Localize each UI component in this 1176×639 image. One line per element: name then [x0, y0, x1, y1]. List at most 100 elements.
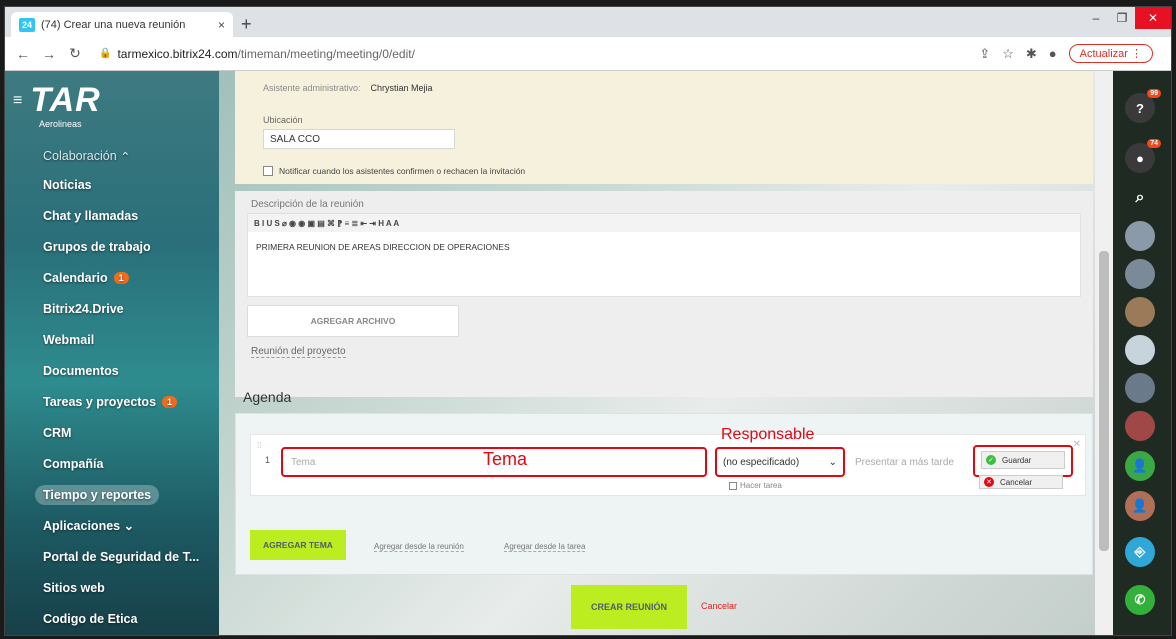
- avatar[interactable]: [1125, 373, 1155, 403]
- description-panel: Descripción de la reunión B I U S ⌀ ◉ ◉ …: [235, 191, 1093, 397]
- assistant-row: Asistente administrativo: Chrystian Meji…: [263, 83, 433, 93]
- agenda-item-row: ⁞⁞ 1 Tema Tema Responsable (no especific…: [250, 426, 1086, 496]
- project-meeting-link[interactable]: Reunión del proyecto: [251, 346, 346, 358]
- save-highlight: ✓ Guardar: [973, 445, 1073, 477]
- sidebar-item-aplicaciones[interactable]: Aplicaciones ⌄: [5, 510, 219, 541]
- cancel-icon: ✕: [984, 477, 994, 487]
- create-meeting-button[interactable]: CREAR REUNIÓN: [571, 585, 687, 629]
- tab-bar: 24 (74) Crear una nueva reunión × + ‒ ❐ …: [5, 7, 1171, 37]
- window-close-icon[interactable]: ✕: [1135, 7, 1171, 29]
- lock-icon: 🔒: [99, 48, 112, 59]
- page-scrollbar[interactable]: [1095, 71, 1113, 635]
- left-sidebar: ≡ TAR Aerolineas Colaboración ⌃ Noticias…: [5, 71, 219, 635]
- sidebar-item-tareas[interactable]: Tareas y proyectos 1: [5, 386, 219, 417]
- drag-handle-icon[interactable]: ⁞⁞: [257, 441, 261, 450]
- cancel-link[interactable]: Cancelar: [701, 601, 737, 611]
- sidebar-item-tiempo[interactable]: Tiempo y reportes: [5, 479, 219, 510]
- sidebar-item-portal[interactable]: Portal de Seguridad de T...: [5, 541, 219, 572]
- avatar[interactable]: [1125, 221, 1155, 251]
- sidebar-section-colaboracion[interactable]: Colaboración ⌃: [5, 143, 219, 169]
- address-bar: ← → ↻ 🔒 tarmexico.bitrix24.com /timeman/…: [5, 37, 1171, 71]
- sidebar-item-drive[interactable]: Bitrix24.Drive: [5, 293, 219, 324]
- sidebar-item-etica[interactable]: Codigo de Etica: [5, 603, 219, 634]
- maximize-icon[interactable]: ❐: [1109, 7, 1135, 29]
- make-task-label: Hacer tarea: [740, 481, 782, 490]
- scrollbar-thumb[interactable]: [1099, 251, 1109, 551]
- assistant-value[interactable]: Chrystian Mejia: [371, 83, 433, 93]
- meeting-form: Asistente administrativo: Chrystian Meji…: [219, 71, 1096, 635]
- forward-icon[interactable]: →: [39, 46, 59, 62]
- sidebar-item-crm[interactable]: CRM: [5, 417, 219, 448]
- avatar[interactable]: [1125, 297, 1155, 327]
- sidebar-item-noticias[interactable]: Noticias: [5, 169, 219, 200]
- add-file-button[interactable]: AGREGAR ARCHIVO: [247, 305, 459, 337]
- user-icon[interactable]: 👤: [1125, 491, 1155, 521]
- responsible-annotation: Responsable: [721, 426, 815, 443]
- url-field[interactable]: 🔒 tarmexico.bitrix24.com /timeman/meetin…: [99, 42, 979, 66]
- make-task-row: Hacer tarea: [729, 481, 782, 490]
- logo-text: TAR: [30, 81, 101, 119]
- menu-burger-icon[interactable]: ≡: [13, 92, 22, 110]
- topic-annotation: Tema: [483, 449, 528, 469]
- description-text[interactable]: PRIMERA REUNION DE AREAS DIRECCION DE OP…: [248, 232, 1080, 262]
- extensions-icon[interactable]: ✱: [1026, 46, 1037, 62]
- notify-label: Notificar cuando los asistentes confirme…: [279, 166, 526, 176]
- sidebar-item-webmail[interactable]: Webmail: [5, 324, 219, 355]
- description-editor[interactable]: B I U S ⌀ ◉ ◉ ▣ ▤ ⌘ ⁋ ≡ ≣ ⇤ ⇥ H A A PRIM…: [247, 213, 1081, 297]
- save-button[interactable]: ✓ Guardar: [981, 451, 1065, 469]
- add-from-meeting-link[interactable]: Agregar desde la reunión: [374, 542, 464, 552]
- reload-icon[interactable]: ↻: [65, 45, 85, 62]
- tab-close-icon[interactable]: ×: [218, 18, 225, 32]
- avatar[interactable]: [1125, 335, 1155, 365]
- sidebar-item-sitios[interactable]: Sitios web: [5, 572, 219, 603]
- notify-row: Notificar cuando los asistentes confirme…: [263, 166, 525, 176]
- sidebar-nav: Colaboración ⌃ Noticias Chat y llamadas …: [5, 143, 219, 634]
- window-controls: ‒ ❐ ✕: [1083, 7, 1171, 29]
- company-logo[interactable]: ≡ TAR Aerolineas: [13, 81, 101, 129]
- open-lines-icon[interactable]: ⎆: [1125, 537, 1155, 567]
- calendar-badge: 1: [113, 271, 129, 284]
- browser-window: 24 (74) Crear una nueva reunión × + ‒ ❐ …: [4, 6, 1172, 636]
- sidebar-item-documentos[interactable]: Documentos: [5, 355, 219, 386]
- avatar[interactable]: [1125, 259, 1155, 289]
- help-icon[interactable]: ? 99: [1125, 89, 1161, 123]
- url-path: /timeman/meeting/meeting/0/edit/: [237, 46, 415, 61]
- sidebar-item-compania[interactable]: Compañía: [5, 448, 219, 479]
- browser-tab[interactable]: 24 (74) Crear una nueva reunión ×: [11, 12, 233, 37]
- user-icon[interactable]: 👤: [1125, 451, 1155, 481]
- remove-row-icon[interactable]: ✕: [1073, 439, 1081, 450]
- back-icon[interactable]: ←: [13, 46, 33, 62]
- search-icon[interactable]: ⌕: [1125, 183, 1155, 213]
- editor-toolbar[interactable]: B I U S ⌀ ◉ ◉ ▣ ▤ ⌘ ⁋ ≡ ≣ ⇤ ⇥ H A A: [248, 214, 1080, 232]
- present-later-input[interactable]: Presentar a más tarde: [855, 457, 965, 468]
- new-tab-icon[interactable]: +: [241, 14, 252, 35]
- bitrix-favicon-icon: 24: [19, 17, 35, 32]
- share-icon[interactable]: ⇪: [979, 46, 990, 62]
- meeting-details-panel: Asistente administrativo: Chrystian Meji…: [235, 71, 1093, 184]
- assistant-label: Asistente administrativo:: [263, 83, 361, 93]
- add-from-task-link[interactable]: Agregar desde la tarea: [504, 542, 586, 552]
- sidebar-item-grupos[interactable]: Grupos de trabajo: [5, 231, 219, 262]
- phone-icon[interactable]: ✆: [1125, 585, 1155, 615]
- update-button[interactable]: Actualizar ⋮: [1068, 44, 1153, 63]
- chevron-down-icon: ⌄: [828, 457, 837, 468]
- check-icon: ✓: [986, 455, 996, 465]
- responsible-select[interactable]: (no especificado) ⌄: [715, 447, 845, 477]
- location-input[interactable]: SALA CCO: [263, 129, 455, 149]
- bookmark-star-icon[interactable]: ☆: [1002, 46, 1014, 62]
- minimize-icon[interactable]: ‒: [1083, 7, 1109, 29]
- avatar[interactable]: [1125, 411, 1155, 441]
- bitrix-page: ≡ TAR Aerolineas Colaboración ⌃ Noticias…: [5, 71, 1171, 635]
- notify-checkbox[interactable]: [263, 166, 273, 176]
- sidebar-item-calendario[interactable]: Calendario 1: [5, 262, 219, 293]
- sidebar-item-chat[interactable]: Chat y llamadas: [5, 200, 219, 231]
- agenda-title: Agenda: [243, 389, 292, 405]
- right-panel: ? 99 ● 74 ⌕ 👤 👤 ⎆ ✆: [1113, 71, 1171, 635]
- notifications-icon[interactable]: ● 74: [1125, 139, 1161, 173]
- make-task-checkbox[interactable]: [729, 481, 737, 490]
- agenda-row-number: 1: [265, 455, 271, 465]
- cancel-topic-button[interactable]: ✕ Cancelar: [979, 475, 1063, 489]
- add-topic-button[interactable]: AGREGAR TEMA: [250, 530, 346, 560]
- profile-icon[interactable]: ●: [1049, 46, 1057, 61]
- logo-subtitle: Aerolineas: [39, 119, 82, 129]
